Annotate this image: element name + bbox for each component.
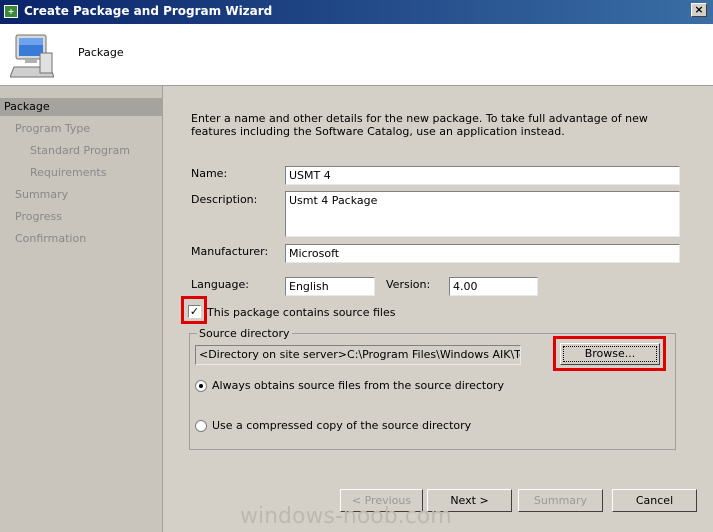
name-label: Name: xyxy=(191,167,228,180)
radio-selected-dot xyxy=(199,384,203,388)
manufacturer-input[interactable]: Microsoft xyxy=(285,244,680,263)
summary-button[interactable]: Summary xyxy=(518,489,603,512)
step-program-type: Program Type xyxy=(15,122,91,135)
source-path-field[interactable]: <Directory on site server>C:\Program Fil… xyxy=(195,345,521,365)
version-input[interactable]: 4.00 xyxy=(449,277,538,296)
step-confirmation: Confirmation xyxy=(15,232,87,245)
description-input[interactable]: Usmt 4 Package xyxy=(285,191,680,237)
source-files-checkbox-label: This package contains source files xyxy=(207,306,396,319)
radio-always-source[interactable] xyxy=(195,380,207,392)
wizard-steps-sidebar: Package Program Type Standard Program Re… xyxy=(0,86,163,532)
page-title: Package xyxy=(78,46,124,59)
language-label: Language: xyxy=(191,278,249,291)
manufacturer-label: Manufacturer: xyxy=(191,245,269,258)
source-directory-group-title: Source directory xyxy=(197,327,292,340)
close-button[interactable]: × xyxy=(691,3,707,17)
radio-always-source-label: Always obtains source files from the sou… xyxy=(212,379,504,392)
wizard-window: + Create Package and Program Wizard × Pa… xyxy=(0,0,713,532)
version-label: Version: xyxy=(386,278,431,291)
browse-button[interactable]: Browse... xyxy=(560,343,660,365)
wizard-content: Enter a name and other details for the n… xyxy=(163,86,713,532)
cancel-button[interactable]: Cancel xyxy=(612,489,697,512)
intro-text: Enter a name and other details for the n… xyxy=(191,112,648,138)
step-progress: Progress xyxy=(15,210,62,223)
window-title: Create Package and Program Wizard xyxy=(24,4,273,18)
name-input[interactable]: USMT 4 xyxy=(285,166,680,185)
computer-icon xyxy=(10,34,54,78)
app-icon: + xyxy=(4,5,18,18)
radio-compressed-copy[interactable] xyxy=(195,420,207,432)
description-label: Description: xyxy=(191,193,258,206)
title-bar[interactable]: + Create Package and Program Wizard × xyxy=(0,0,713,24)
source-files-checkbox[interactable]: ✓ xyxy=(188,305,201,318)
step-summary: Summary xyxy=(15,188,69,201)
step-standard-program: Standard Program xyxy=(30,144,130,157)
radio-compressed-copy-label: Use a compressed copy of the source dire… xyxy=(212,419,472,432)
wizard-header: Package xyxy=(0,24,713,86)
language-input[interactable]: English xyxy=(285,277,375,296)
step-requirements: Requirements xyxy=(30,166,107,179)
watermark-text: windows-noob.com xyxy=(240,504,452,529)
step-package: Package xyxy=(0,98,163,116)
